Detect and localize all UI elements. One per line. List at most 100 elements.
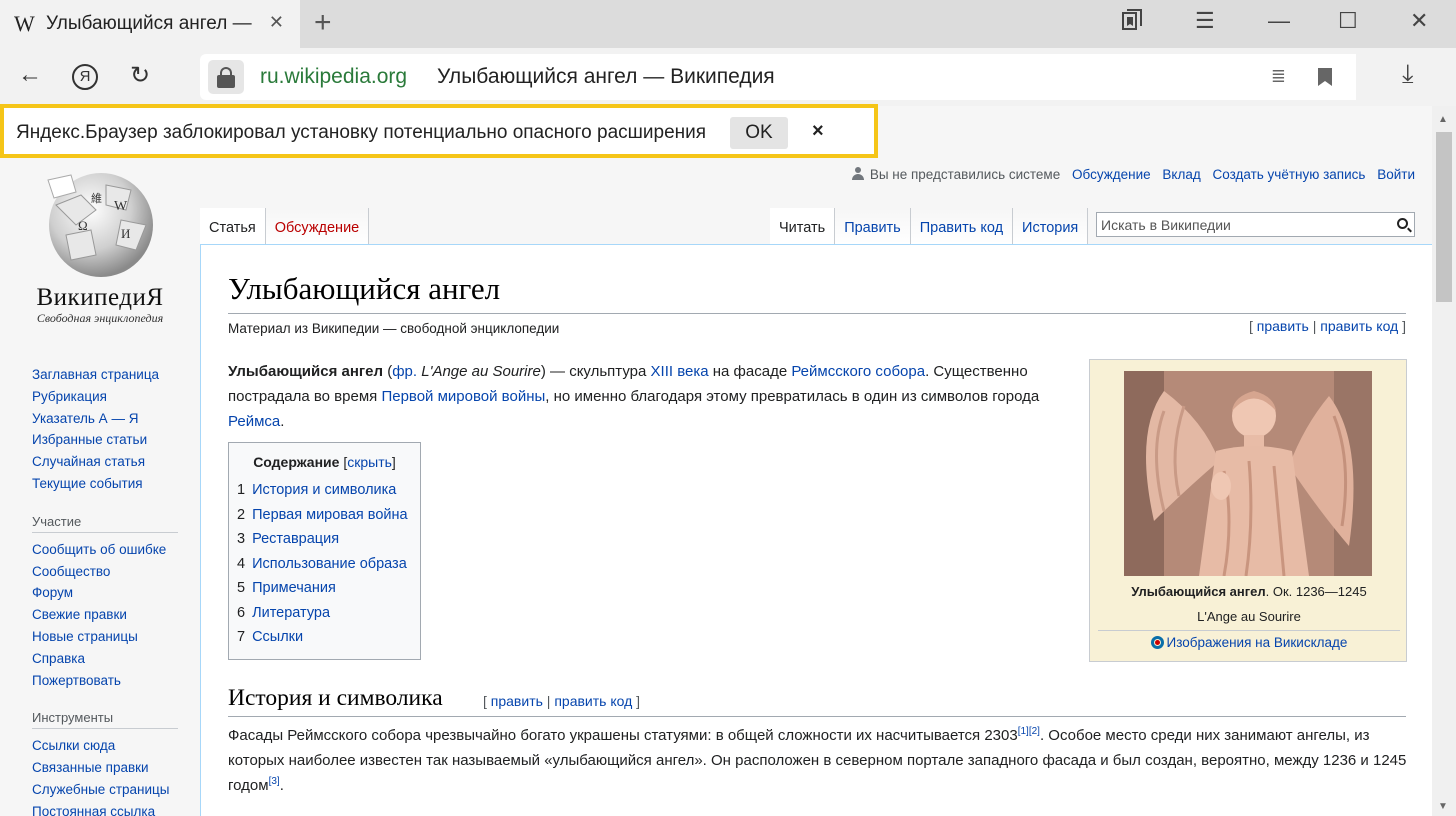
search-input[interactable]: [1097, 213, 1377, 236]
bookmark-icon[interactable]: [1318, 68, 1332, 86]
reims-link[interactable]: Реймса: [228, 413, 280, 430]
toc-link[interactable]: Первая мировая война: [252, 507, 408, 523]
toc-item[interactable]: 4 Использование образа: [229, 552, 420, 577]
sidebar-item-random[interactable]: Случайная статья: [32, 451, 182, 473]
tab-strip: W Улыбающийся ангел — Википедия ✕ + ☰ — …: [0, 0, 1456, 48]
toc-link[interactable]: Примечания: [252, 580, 336, 596]
create-account-link[interactable]: Создать учётную запись: [1205, 167, 1366, 182]
sidebar-item-main-page[interactable]: Заглавная страница: [32, 364, 182, 386]
section-edit-link[interactable]: править: [491, 693, 543, 709]
sidebar-item-special-pages[interactable]: Служебные страницы: [32, 779, 182, 801]
toc-item[interactable]: 7 Ссылки: [229, 625, 420, 650]
scroll-up-icon[interactable]: ▲: [1438, 114, 1448, 125]
bookmarks-icon[interactable]: [1120, 8, 1144, 38]
toc-link[interactable]: Использование образа: [252, 556, 407, 572]
minimize-button[interactable]: —: [1268, 8, 1290, 34]
personal-tools: Вы не представились системе Обсуждение В…: [844, 166, 1415, 182]
toc-item[interactable]: 1 История и символика: [229, 478, 420, 503]
browser-tab-active[interactable]: W Улыбающийся ангел — Википедия ✕: [0, 0, 300, 48]
toc-link[interactable]: Ссылки: [252, 629, 303, 645]
sidebar-item-permanent-link[interactable]: Постоянная ссылка: [32, 801, 182, 816]
wikipedia-favicon-icon: W: [14, 11, 35, 36]
download-icon[interactable]: ⤓: [1402, 58, 1414, 90]
login-link[interactable]: Войти: [1369, 167, 1415, 182]
tab-close-icon[interactable]: ✕: [269, 12, 284, 33]
sidebar-item-forum[interactable]: Форум: [32, 582, 182, 604]
sidebar-item-current-events[interactable]: Текущие события: [32, 473, 182, 495]
lang-link[interactable]: фр.: [392, 363, 417, 380]
tab-history[interactable]: История: [1013, 208, 1089, 244]
toc-link[interactable]: Реставрация: [252, 531, 339, 547]
ww1-link[interactable]: Первой мировой войны: [381, 388, 545, 405]
sidebar-item-new-pages[interactable]: Новые страницы: [32, 626, 182, 648]
scrollbar-thumb[interactable]: [1436, 132, 1452, 302]
new-tab-button[interactable]: +: [314, 6, 332, 40]
sidebar-item-report-error[interactable]: Сообщить об ошибке: [32, 539, 182, 561]
view-tabs: Читать Править Править код История: [770, 208, 1089, 244]
section-edit-source-link[interactable]: править код: [554, 693, 632, 709]
create-account-label: Создать учётную запись: [1212, 167, 1366, 182]
wikipedia-globe-logo[interactable]: W Ω И 維: [36, 170, 166, 280]
tab-edit[interactable]: Править: [835, 208, 911, 244]
page-scrollbar[interactable]: ▲ ▼: [1432, 106, 1456, 816]
tab-read[interactable]: Читать: [770, 208, 836, 244]
address-domain: ru.wikipedia.org: [260, 65, 408, 88]
talk-link[interactable]: Обсуждение: [1064, 167, 1151, 182]
window-close-button[interactable]: ✕: [1410, 8, 1428, 34]
reader-mode-icon[interactable]: ≣: [1271, 66, 1286, 87]
text: ) — скульптура: [540, 363, 651, 380]
tab-talk[interactable]: Обсуждение: [265, 208, 370, 244]
toc-title-text: Содержание: [253, 454, 340, 470]
yandex-home-icon[interactable]: Я: [72, 64, 98, 90]
tab-edit-source[interactable]: Править код: [910, 208, 1014, 244]
bracket: ]: [1402, 318, 1406, 334]
reload-icon[interactable]: ↻: [130, 61, 150, 90]
edit-source-link[interactable]: править код: [1320, 318, 1398, 334]
back-arrow-icon[interactable]: ←: [18, 61, 42, 89]
notification-ok-button[interactable]: OK: [730, 117, 788, 149]
toc-hide-link[interactable]: скрыть: [347, 454, 392, 470]
login-link-label: Войти: [1377, 167, 1415, 182]
toc-item[interactable]: 3 Реставрация: [229, 527, 420, 552]
toc-item[interactable]: 5 Примечания: [229, 576, 420, 601]
tab-article[interactable]: Статья: [200, 208, 266, 244]
sidebar-item-featured[interactable]: Избранные статьи: [32, 429, 182, 451]
toc-item[interactable]: 6 Литература: [229, 601, 420, 626]
notification-close-icon[interactable]: ×: [812, 120, 824, 143]
sidebar-item-related-changes[interactable]: Связанные правки: [32, 757, 182, 779]
contributions-link[interactable]: Вклад: [1154, 167, 1200, 182]
sidebar-item-categories[interactable]: Рубрикация: [32, 386, 182, 408]
site-subtitle: Материал из Википедии — свободной энцикл…: [228, 321, 560, 336]
toc-link[interactable]: Литература: [252, 605, 330, 621]
ref-link[interactable]: [2]: [1029, 726, 1040, 737]
cathedral-link[interactable]: Реймсского собора: [791, 363, 925, 380]
lock-icon[interactable]: [208, 60, 244, 94]
scroll-down-icon[interactable]: ▼: [1438, 801, 1448, 812]
notification-text: Яндекс.Браузер заблокировал установку по…: [16, 122, 707, 143]
search-icon[interactable]: [1397, 218, 1408, 229]
sidebar-item-what-links-here[interactable]: Ссылки сюда: [32, 735, 182, 757]
maximize-button[interactable]: ☐: [1338, 8, 1358, 34]
page-edit-links: [ править | править код ]: [1249, 318, 1406, 334]
commons-link[interactable]: Изображения на Викискладе: [1167, 635, 1348, 650]
sidebar-item-index[interactable]: Указатель А — Я: [32, 408, 182, 430]
ref-link[interactable]: [1]: [1018, 726, 1029, 737]
edit-link[interactable]: править: [1257, 318, 1309, 334]
address-bar[interactable]: ru.wikipedia.org Улыбающийся ангел — Вик…: [200, 54, 1356, 100]
sidebar-item-help[interactable]: Справка: [32, 648, 182, 670]
namespace-tabs: Статья Обсуждение: [200, 208, 370, 244]
angel-sculpture-image[interactable]: [1124, 371, 1372, 576]
sidebar-item-recent-changes[interactable]: Свежие правки: [32, 604, 182, 626]
caption-date: . Ок. 1236—1245: [1265, 584, 1367, 599]
toc-item[interactable]: 2 Первая мировая война: [229, 503, 420, 528]
menu-icon[interactable]: ☰: [1195, 8, 1215, 34]
sidebar-item-community[interactable]: Сообщество: [32, 561, 182, 583]
ref-link[interactable]: [3]: [269, 776, 280, 787]
caption-bold: Улыбающийся ангел: [1131, 584, 1266, 599]
bracket: [: [1248, 318, 1253, 334]
toc-link[interactable]: История и символика: [252, 482, 396, 498]
wiki-search-box: [1096, 212, 1415, 237]
toc-number: 1: [237, 482, 246, 498]
century-link[interactable]: XIII века: [651, 363, 709, 380]
sidebar-item-donate[interactable]: Пожертвовать: [32, 670, 182, 692]
